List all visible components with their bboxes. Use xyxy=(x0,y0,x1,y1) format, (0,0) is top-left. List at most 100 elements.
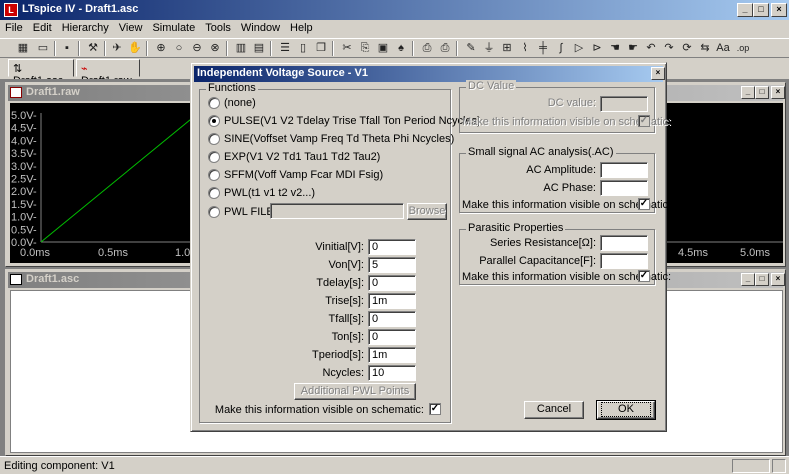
ac-analysis-group: Small signal AC analysis(.AC) AC Amplitu… xyxy=(459,146,671,213)
print-icon[interactable]: ⎙ xyxy=(436,40,454,57)
waveform-close-button[interactable]: × xyxy=(771,86,785,99)
resistor-icon[interactable]: ⌇ xyxy=(516,40,534,57)
schematic-close-button[interactable]: × xyxy=(771,273,785,286)
y-tick-label: 1.0V- xyxy=(11,212,37,224)
paste-icon[interactable]: ▣ xyxy=(374,40,392,57)
autorange-icon[interactable]: ▥ xyxy=(232,40,250,57)
zoom-fit-icon[interactable]: ⊗ xyxy=(206,40,224,57)
radio-sine-label: SINE(Voffset Vamp Freq Td Theta Phi Ncyc… xyxy=(224,133,455,145)
mirror-icon[interactable]: ⇆ xyxy=(696,40,714,57)
ok-button[interactable]: OK xyxy=(596,400,656,420)
dc-value-input[interactable] xyxy=(600,96,648,112)
x-tick-label: 0.5ms xyxy=(98,247,128,259)
dc-visible-checkbox[interactable]: ✓ xyxy=(638,115,650,127)
schematic-minimize-button[interactable]: _ xyxy=(741,273,755,286)
additional-pwl-points-button[interactable]: Additional PWL Points xyxy=(294,383,416,400)
tperiod-input[interactable] xyxy=(368,347,416,363)
zoom-in-icon[interactable]: ⊕ xyxy=(152,40,170,57)
browse-button[interactable]: Browse xyxy=(407,203,447,220)
ground-icon[interactable]: ⏚ xyxy=(480,40,498,57)
toolbar-separator xyxy=(270,41,272,56)
x-tick-label: 5.0ms xyxy=(740,247,770,259)
open-folder-icon[interactable]: ▭ xyxy=(34,40,52,57)
cut-icon[interactable]: ✂ xyxy=(338,40,356,57)
y-tick-label: 4.0V- xyxy=(11,135,37,147)
tfall-input[interactable] xyxy=(368,311,416,327)
capacitor-icon[interactable]: ╪ xyxy=(534,40,552,57)
radio-pulse-circle xyxy=(208,115,220,127)
tab-draft1-asc[interactable]: ⇅ Draft1.asc xyxy=(8,59,74,87)
menu-bar: File Edit Hierarchy View Simulate Tools Window… xyxy=(0,20,789,38)
functions-legend: Functions xyxy=(206,82,258,94)
component-icon[interactable]: ⊳ xyxy=(588,40,606,57)
print-setup-icon[interactable]: ⎙ xyxy=(418,40,436,57)
maximize-button[interactable]: □ xyxy=(753,3,769,17)
control-panel-icon[interactable]: ⚒ xyxy=(84,40,102,57)
toolbar-separator xyxy=(226,41,228,56)
parallel-capacitance-input[interactable] xyxy=(600,253,648,269)
tile-vertical-icon[interactable]: ▯ xyxy=(294,40,312,57)
move-hand-icon[interactable]: ☚ xyxy=(606,40,624,57)
dialog-close-button[interactable]: × xyxy=(651,67,665,80)
waveform-trace xyxy=(40,114,197,243)
parasitic-properties-group: Parasitic Properties Series Resistance[Ω… xyxy=(459,222,671,285)
pwl-file-input[interactable] xyxy=(270,203,404,219)
waveform-tab-icon: ⌁ xyxy=(81,63,88,75)
tile-horizontal-icon[interactable]: ☰ xyxy=(276,40,294,57)
menu-edit[interactable]: Edit xyxy=(28,20,57,36)
menu-file[interactable]: File xyxy=(0,20,28,36)
spice-directive-icon[interactable]: .op xyxy=(734,40,752,57)
von-input[interactable] xyxy=(368,257,416,273)
radio-none-circle xyxy=(208,97,220,109)
ncycles-input[interactable] xyxy=(368,365,416,381)
waveform-maximize-button[interactable]: □ xyxy=(755,86,769,99)
diode-icon[interactable]: ▷ xyxy=(570,40,588,57)
parasitic-visible-checkbox[interactable]: ✓ xyxy=(638,270,650,282)
fft-icon[interactable]: ▤ xyxy=(250,40,268,57)
tdelay-input[interactable] xyxy=(368,275,416,291)
halt-icon[interactable]: ✋ xyxy=(126,40,144,57)
x-tick-label: 0.0ms xyxy=(20,247,50,259)
undo-icon[interactable]: ↶ xyxy=(642,40,660,57)
draw-wire-icon[interactable]: ✎ xyxy=(462,40,480,57)
tab-draft1-raw[interactable]: ⌁ Draft1.raw xyxy=(76,59,140,87)
ton-input[interactable] xyxy=(368,329,416,345)
trise-input[interactable] xyxy=(368,293,416,309)
pan-icon[interactable]: ○ xyxy=(170,40,188,57)
label-net-icon[interactable]: ⊞ xyxy=(498,40,516,57)
cascade-icon[interactable]: ❐ xyxy=(312,40,330,57)
menu-tools[interactable]: Tools xyxy=(200,20,236,36)
functions-visible-label: Make this information visible on schemat… xyxy=(214,404,424,416)
y-tick-label: 3.5V- xyxy=(11,148,37,160)
vinitial-input[interactable] xyxy=(368,239,416,255)
run-icon[interactable]: ✈ xyxy=(108,40,126,57)
toolbar-separator xyxy=(54,41,56,56)
waveform-minimize-button[interactable]: _ xyxy=(741,86,755,99)
copy-icon[interactable]: ⎘ xyxy=(356,40,374,57)
menu-simulate[interactable]: Simulate xyxy=(147,20,200,36)
inductor-icon[interactable]: ∫ xyxy=(552,40,570,57)
cancel-button[interactable]: Cancel xyxy=(524,401,584,419)
minimize-button[interactable]: _ xyxy=(737,3,753,17)
find-icon[interactable]: ♠ xyxy=(392,40,410,57)
save-icon[interactable]: ▪ xyxy=(58,40,76,57)
ac-amplitude-input[interactable] xyxy=(600,162,648,178)
menu-hierarchy[interactable]: Hierarchy xyxy=(57,20,114,36)
menu-view[interactable]: View xyxy=(114,20,148,36)
menu-window[interactable]: Window xyxy=(236,20,285,36)
drag-hand-icon[interactable]: ☛ xyxy=(624,40,642,57)
new-schematic-icon[interactable]: ▦ xyxy=(14,40,32,57)
ac-visible-checkbox[interactable]: ✓ xyxy=(638,198,650,210)
schematic-maximize-button[interactable]: □ xyxy=(755,273,769,286)
redo-icon[interactable]: ↷ xyxy=(660,40,678,57)
functions-visible-checkbox[interactable]: ✓ xyxy=(429,403,441,415)
ac-phase-input[interactable] xyxy=(600,180,648,196)
toolbar-separator xyxy=(78,41,80,56)
text-icon[interactable]: Aa xyxy=(714,40,732,57)
zoom-out-icon[interactable]: ⊖ xyxy=(188,40,206,57)
rotate-icon[interactable]: ⟳ xyxy=(678,40,696,57)
y-tick-label: 4.5V- xyxy=(11,123,37,135)
series-resistance-input[interactable] xyxy=(600,235,648,251)
close-button[interactable]: × xyxy=(771,3,787,17)
menu-help[interactable]: Help xyxy=(285,20,318,36)
